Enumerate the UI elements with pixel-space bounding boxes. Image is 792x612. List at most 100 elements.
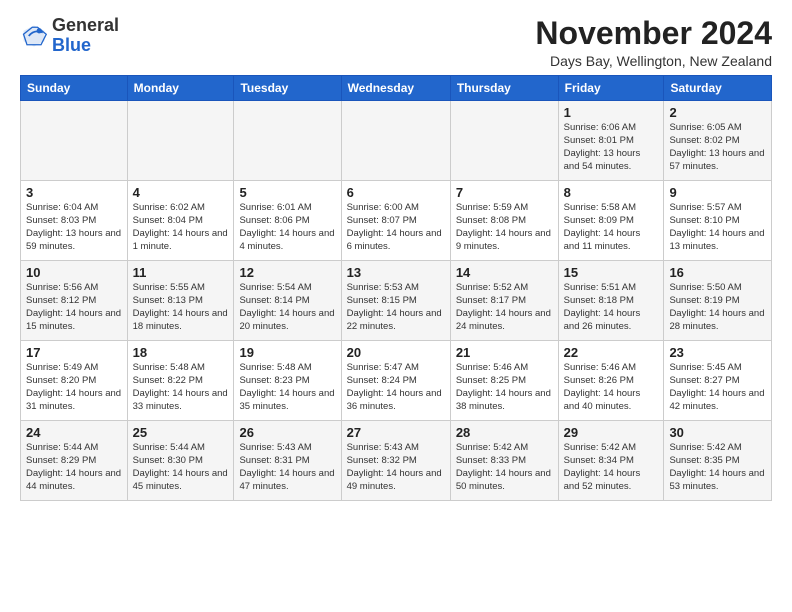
day-info: Sunrise: 6:00 AM Sunset: 8:07 PM Dayligh… [347, 202, 445, 253]
day-info: Sunrise: 6:06 AM Sunset: 8:01 PM Dayligh… [564, 122, 659, 173]
day-info: Sunrise: 6:01 AM Sunset: 8:06 PM Dayligh… [239, 202, 335, 253]
calendar-cell [21, 101, 128, 181]
day-info: Sunrise: 5:59 AM Sunset: 8:08 PM Dayligh… [456, 202, 553, 253]
day-number: 23 [669, 345, 766, 360]
calendar-cell: 22Sunrise: 5:46 AM Sunset: 8:26 PM Dayli… [558, 341, 664, 421]
day-number: 9 [669, 185, 766, 200]
day-number: 25 [133, 425, 229, 440]
calendar-cell: 27 Sunrise: 5:43 AM Sunset: 8:32 PM Dayli… [341, 421, 450, 501]
calendar-cell: 29Sunrise: 5:42 AM Sunset: 8:34 PM Dayli… [558, 421, 664, 501]
calendar-cell: 28 Sunrise: 5:42 AM Sunset: 8:33 PM Dayli… [450, 421, 558, 501]
calendar-cell [127, 101, 234, 181]
calendar-cell: 26 Sunrise: 5:43 AM Sunset: 8:31 PM Dayli… [234, 421, 341, 501]
calendar-cell: 25Sunrise: 5:44 AM Sunset: 8:30 PM Dayli… [127, 421, 234, 501]
calendar-cell: 7 Sunrise: 5:59 AM Sunset: 8:08 PM Daylig… [450, 181, 558, 261]
calendar-cell: 10Sunrise: 5:56 AM Sunset: 8:12 PM Dayli… [21, 261, 128, 341]
day-info: Sunrise: 5:58 AM Sunset: 8:09 PM Dayligh… [564, 202, 659, 253]
weekday-header-tuesday: Tuesday [234, 76, 341, 101]
day-info: Sunrise: 5:44 AM Sunset: 8:29 PM Dayligh… [26, 442, 122, 493]
calendar-cell: 6 Sunrise: 6:00 AM Sunset: 8:07 PM Daylig… [341, 181, 450, 261]
logo-text: General Blue [52, 16, 119, 56]
calendar-cell [450, 101, 558, 181]
calendar-cell: 1Sunrise: 6:06 AM Sunset: 8:01 PM Daylig… [558, 101, 664, 181]
logo: General Blue [20, 16, 119, 56]
day-number: 26 [239, 425, 335, 440]
weekday-row: SundayMondayTuesdayWednesdayThursdayFrid… [21, 76, 772, 101]
day-number: 6 [347, 185, 445, 200]
day-number: 15 [564, 265, 659, 280]
weekday-header-thursday: Thursday [450, 76, 558, 101]
calendar-cell: 13Sunrise: 5:53 AM Sunset: 8:15 PM Dayli… [341, 261, 450, 341]
weekday-header-friday: Friday [558, 76, 664, 101]
day-number: 8 [564, 185, 659, 200]
day-info: Sunrise: 5:49 AM Sunset: 8:20 PM Dayligh… [26, 362, 122, 413]
day-info: Sunrise: 5:45 AM Sunset: 8:27 PM Dayligh… [669, 362, 766, 413]
day-number: 24 [26, 425, 122, 440]
day-info: Sunrise: 5:48 AM Sunset: 8:22 PM Dayligh… [133, 362, 229, 413]
weekday-header-monday: Monday [127, 76, 234, 101]
day-number: 7 [456, 185, 553, 200]
day-info: Sunrise: 5:47 AM Sunset: 8:24 PM Dayligh… [347, 362, 445, 413]
day-number: 21 [456, 345, 553, 360]
day-info: Sunrise: 5:56 AM Sunset: 8:12 PM Dayligh… [26, 282, 122, 333]
calendar-cell: 21Sunrise: 5:46 AM Sunset: 8:25 PM Dayli… [450, 341, 558, 421]
weekday-header-sunday: Sunday [21, 76, 128, 101]
calendar-body: 1Sunrise: 6:06 AM Sunset: 8:01 PM Daylig… [21, 101, 772, 501]
calendar-cell: 18 Sunrise: 5:48 AM Sunset: 8:22 PM Dayli… [127, 341, 234, 421]
calendar-cell: 24 Sunrise: 5:44 AM Sunset: 8:29 PM Dayli… [21, 421, 128, 501]
calendar-cell [234, 101, 341, 181]
day-info: Sunrise: 5:48 AM Sunset: 8:23 PM Dayligh… [239, 362, 335, 413]
page: General Blue November 2024 Days Bay, Wel… [0, 0, 792, 511]
calendar-week-5: 24 Sunrise: 5:44 AM Sunset: 8:29 PM Dayli… [21, 421, 772, 501]
day-info: Sunrise: 5:57 AM Sunset: 8:10 PM Dayligh… [669, 202, 766, 253]
calendar-cell: 14Sunrise: 5:52 AM Sunset: 8:17 PM Dayli… [450, 261, 558, 341]
calendar-week-1: 1Sunrise: 6:06 AM Sunset: 8:01 PM Daylig… [21, 101, 772, 181]
day-info: Sunrise: 6:04 AM Sunset: 8:03 PM Dayligh… [26, 202, 122, 253]
calendar-cell: 12 Sunrise: 5:54 AM Sunset: 8:14 PM Dayli… [234, 261, 341, 341]
day-number: 16 [669, 265, 766, 280]
day-info: Sunrise: 5:42 AM Sunset: 8:35 PM Dayligh… [669, 442, 766, 493]
day-number: 19 [239, 345, 335, 360]
calendar-cell [341, 101, 450, 181]
calendar-header: SundayMondayTuesdayWednesdayThursdayFrid… [21, 76, 772, 101]
calendar-cell: 16 Sunrise: 5:50 AM Sunset: 8:19 PM Dayli… [664, 261, 772, 341]
day-info: Sunrise: 5:43 AM Sunset: 8:32 PM Dayligh… [347, 442, 445, 493]
calendar-cell: 3Sunrise: 6:04 AM Sunset: 8:03 PM Daylig… [21, 181, 128, 261]
day-info: Sunrise: 5:42 AM Sunset: 8:33 PM Dayligh… [456, 442, 553, 493]
calendar-cell: 8 Sunrise: 5:58 AM Sunset: 8:09 PM Daylig… [558, 181, 664, 261]
calendar-cell: 20 Sunrise: 5:47 AM Sunset: 8:24 PM Dayli… [341, 341, 450, 421]
calendar-cell: 15 Sunrise: 5:51 AM Sunset: 8:18 PM Dayli… [558, 261, 664, 341]
day-number: 4 [133, 185, 229, 200]
day-number: 18 [133, 345, 229, 360]
day-info: Sunrise: 5:53 AM Sunset: 8:15 PM Dayligh… [347, 282, 445, 333]
day-number: 20 [347, 345, 445, 360]
location: Days Bay, Wellington, New Zealand [535, 53, 772, 69]
title-block: November 2024 Days Bay, Wellington, New … [535, 16, 772, 69]
calendar-week-4: 17Sunrise: 5:49 AM Sunset: 8:20 PM Dayli… [21, 341, 772, 421]
day-info: Sunrise: 5:54 AM Sunset: 8:14 PM Dayligh… [239, 282, 335, 333]
calendar-cell: 17Sunrise: 5:49 AM Sunset: 8:20 PM Dayli… [21, 341, 128, 421]
day-number: 29 [564, 425, 659, 440]
day-info: Sunrise: 6:05 AM Sunset: 8:02 PM Dayligh… [669, 122, 766, 173]
weekday-header-saturday: Saturday [664, 76, 772, 101]
calendar-cell: 30 Sunrise: 5:42 AM Sunset: 8:35 PM Dayli… [664, 421, 772, 501]
calendar-week-2: 3Sunrise: 6:04 AM Sunset: 8:03 PM Daylig… [21, 181, 772, 261]
day-info: Sunrise: 5:52 AM Sunset: 8:17 PM Dayligh… [456, 282, 553, 333]
calendar-cell: 5Sunrise: 6:01 AM Sunset: 8:06 PM Daylig… [234, 181, 341, 261]
day-number: 27 [347, 425, 445, 440]
calendar-cell: 9 Sunrise: 5:57 AM Sunset: 8:10 PM Daylig… [664, 181, 772, 261]
day-number: 11 [133, 265, 229, 280]
day-number: 2 [669, 105, 766, 120]
logo-icon [20, 22, 48, 50]
day-number: 30 [669, 425, 766, 440]
weekday-header-wednesday: Wednesday [341, 76, 450, 101]
calendar-cell: 23 Sunrise: 5:45 AM Sunset: 8:27 PM Dayli… [664, 341, 772, 421]
day-number: 28 [456, 425, 553, 440]
calendar-cell: 4Sunrise: 6:02 AM Sunset: 8:04 PM Daylig… [127, 181, 234, 261]
day-number: 12 [239, 265, 335, 280]
day-info: Sunrise: 5:43 AM Sunset: 8:31 PM Dayligh… [239, 442, 335, 493]
calendar-week-3: 10Sunrise: 5:56 AM Sunset: 8:12 PM Dayli… [21, 261, 772, 341]
day-number: 22 [564, 345, 659, 360]
day-info: Sunrise: 5:51 AM Sunset: 8:18 PM Dayligh… [564, 282, 659, 333]
day-info: Sunrise: 5:50 AM Sunset: 8:19 PM Dayligh… [669, 282, 766, 333]
